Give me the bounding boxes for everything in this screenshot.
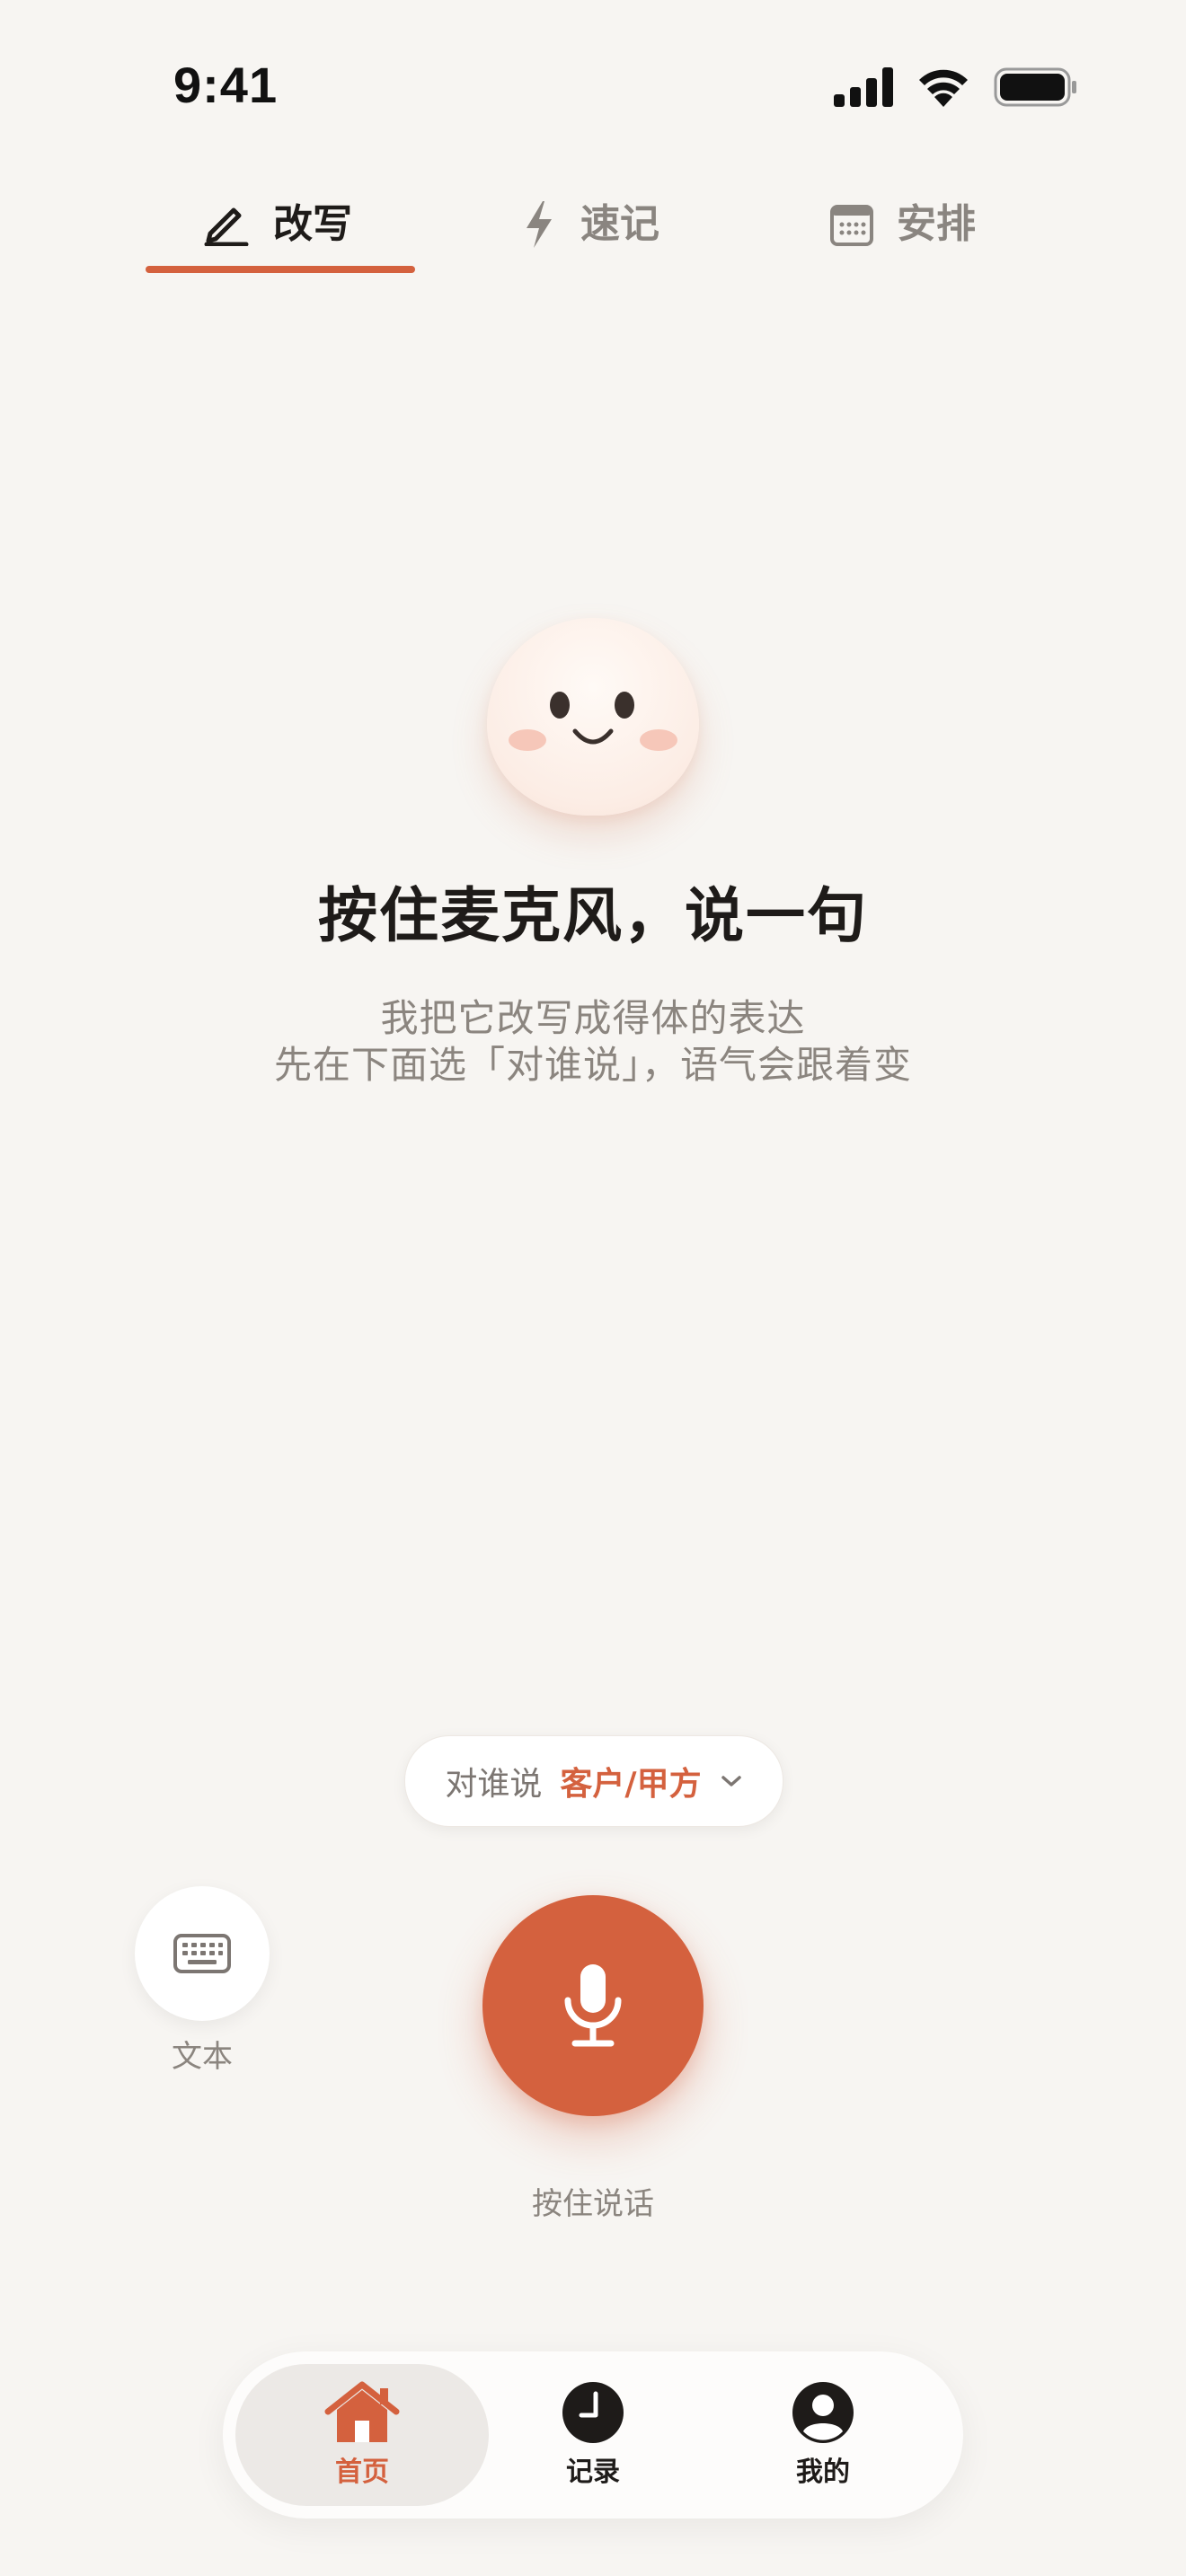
home-icon <box>324 2381 400 2442</box>
page-title: 按住麦克风，说一句 <box>318 881 868 950</box>
calendar-icon <box>830 205 873 246</box>
tab-label: 改写 <box>273 201 352 247</box>
nav-label-history: 记录 <box>566 2457 620 2488</box>
mascot-smile <box>572 728 614 745</box>
status-time: 9:41 <box>173 57 279 113</box>
mascot-eye-right <box>615 692 634 719</box>
microphone-icon <box>564 1964 622 2047</box>
clock-icon <box>562 2382 624 2443</box>
keyboard-icon <box>173 1934 231 1973</box>
mascot-cheek-left <box>509 729 546 751</box>
mascot-face <box>487 618 699 816</box>
nav-item-home[interactable]: 首页 <box>254 2351 470 2519</box>
nav-label-home: 首页 <box>335 2457 389 2488</box>
hero-subtitle-line2: 先在下面选「对谁说」，语气会跟着变 <box>273 1043 912 1087</box>
lightning-icon <box>527 201 552 248</box>
bottom-nav: 首页 记录 我的 <box>223 2351 963 2519</box>
tab-rewrite[interactable]: 改写 <box>203 189 352 260</box>
chevron-down-icon <box>721 1776 741 1786</box>
audience-value: 客户/甲方 <box>560 1766 702 1803</box>
battery-icon <box>994 67 1076 107</box>
active-tab-indicator <box>146 266 415 273</box>
status-icons <box>834 65 1078 110</box>
wifi-icon <box>919 69 968 107</box>
mascot-cheek-right <box>640 729 677 751</box>
tab-schedule[interactable]: 安排 <box>830 189 976 260</box>
hold-to-talk-button[interactable] <box>482 1895 704 2116</box>
tab-label: 速记 <box>580 201 659 247</box>
audience-selector[interactable]: 对谁说 客户/甲方 <box>404 1735 783 1827</box>
tab-quicknote[interactable]: 速记 <box>521 189 659 260</box>
nav-item-profile[interactable]: 我的 <box>715 2351 931 2519</box>
audience-label: 对谁说 <box>445 1766 543 1803</box>
mascot-eye-left <box>550 692 570 719</box>
hold-to-talk-label: 按住说话 <box>532 2186 654 2222</box>
text-input-button[interactable] <box>135 1886 270 2021</box>
nav-label-profile: 我的 <box>796 2457 850 2488</box>
signal-icon <box>834 67 893 107</box>
profile-icon <box>792 2382 854 2443</box>
tab-label: 安排 <box>897 201 976 247</box>
text-input-label: 文本 <box>172 2039 233 2075</box>
pen-icon <box>204 207 249 246</box>
nav-item-history[interactable]: 记录 <box>485 2351 701 2519</box>
